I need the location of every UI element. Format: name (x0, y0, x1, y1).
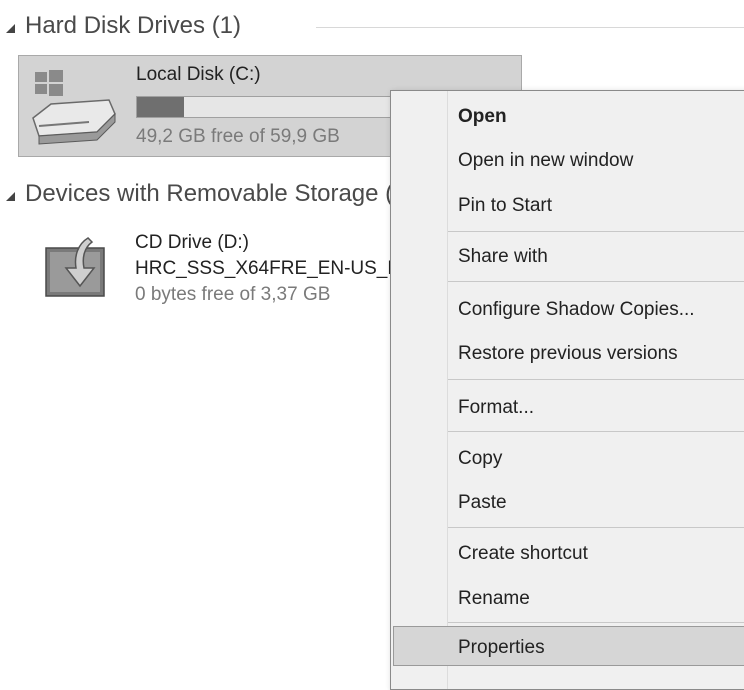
menu-item-restore-previous-versions[interactable]: Restore previous versions (458, 340, 678, 368)
menu-item-open[interactable]: Open (458, 103, 507, 131)
group-header-hard-disk-drives[interactable]: Hard Disk Drives (1) (6, 12, 241, 40)
menu-separator (448, 527, 744, 528)
disk-usage-bar (136, 96, 401, 118)
menu-item-highlight (393, 626, 744, 666)
menu-separator (448, 281, 744, 282)
menu-item-copy[interactable]: Copy (458, 445, 502, 473)
menu-item-create-shortcut[interactable]: Create shortcut (458, 540, 588, 568)
menu-item-paste[interactable]: Paste (458, 489, 507, 517)
group-title: Hard Disk Drives (1) (25, 12, 242, 39)
cd-drive-autoplay-icon (44, 234, 108, 298)
context-menu: Open Open in new window Pin to Start Sha… (390, 90, 744, 690)
hard-disk-windows-icon (29, 66, 119, 146)
menu-separator (448, 622, 744, 623)
drive-volume-label: HRC_SSS_X64FRE_EN-US_DV5 (135, 258, 425, 279)
menu-separator (448, 431, 744, 432)
menu-separator (448, 231, 744, 232)
menu-item-properties[interactable]: Properties (458, 634, 545, 662)
group-header-removable-storage[interactable]: Devices with Removable Storage (1) (6, 180, 415, 208)
menu-separator (448, 379, 744, 380)
menu-item-configure-shadow-copies[interactable]: Configure Shadow Copies... (458, 296, 695, 324)
menu-item-format[interactable]: Format... (458, 394, 534, 422)
menu-icon-gutter (447, 91, 448, 689)
menu-item-open-new-window[interactable]: Open in new window (458, 147, 633, 175)
group-divider (316, 27, 744, 28)
drive-tile-cd-drive-d[interactable]: CD Drive (D:) HRC_SSS_X64FRE_EN-US_DV5 0… (18, 222, 424, 322)
disk-usage-fill (137, 97, 185, 117)
drive-free-space: 0 bytes free of 3,37 GB (135, 284, 331, 305)
menu-item-pin-to-start[interactable]: Pin to Start (458, 192, 552, 220)
group-title: Devices with Removable Storage (1) (25, 180, 415, 207)
drive-name: Local Disk (C:) (136, 64, 261, 85)
collapse-triangle-icon[interactable] (6, 23, 15, 33)
menu-item-share-with[interactable]: Share with (458, 243, 548, 271)
collapse-triangle-icon[interactable] (6, 191, 15, 201)
menu-item-rename[interactable]: Rename (458, 585, 530, 613)
drive-name: CD Drive (D:) (135, 232, 249, 253)
drive-free-space: 49,2 GB free of 59,9 GB (136, 126, 340, 147)
